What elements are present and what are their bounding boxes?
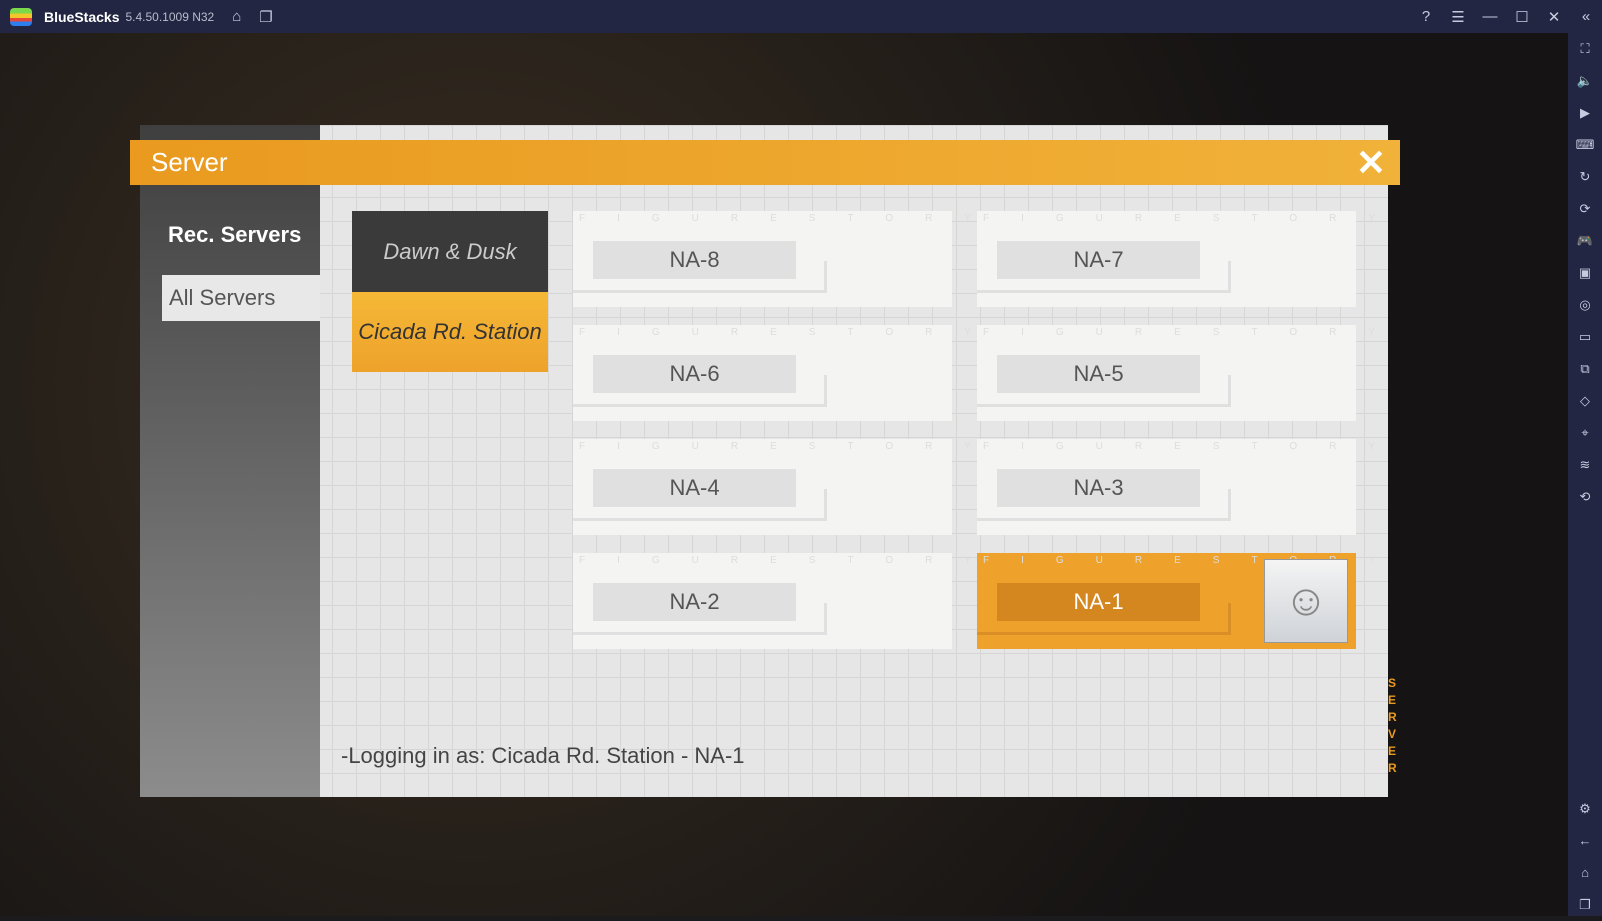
layers-icon[interactable]: ≋ [1580, 449, 1591, 481]
fullscreen-icon[interactable]: ⛶ [1580, 33, 1589, 65]
tab-all-servers[interactable]: All Servers [162, 275, 320, 321]
server-label: NA-2 [593, 583, 796, 621]
titlebar: BlueStacks 5.4.50.1009 N32 ⌂ ❐ ? ☰ — ☐ ✕… [0, 0, 1602, 33]
app-version: 5.4.50.1009 N32 [125, 9, 215, 24]
server-label: NA-5 [997, 355, 1200, 393]
character-avatar: ☺ [1264, 559, 1348, 643]
server-label: NA-8 [593, 241, 796, 279]
collapse-icon[interactable]: « [1570, 8, 1602, 25]
server-label: NA-1 [997, 583, 1200, 621]
tab-rec-servers[interactable]: Rec. Servers [168, 222, 301, 248]
decoration: FIGURESTORY [983, 441, 1407, 452]
macro-icon[interactable]: ↻ [1580, 161, 1591, 193]
decoration: FIGURESTORY [983, 327, 1407, 338]
location-icon[interactable]: ⌖ [1581, 417, 1588, 449]
volume-icon[interactable]: 🔈 [1577, 65, 1593, 97]
server-label: NA-6 [593, 355, 796, 393]
server-na-7[interactable]: FIGURESTORY NA-7 [977, 211, 1375, 307]
decoration: FIGURESTORY [983, 213, 1407, 224]
apk-icon[interactable]: ▣ [1579, 257, 1591, 289]
help-icon[interactable]: ? [1410, 8, 1442, 25]
gamepad-icon[interactable]: 🎮 [1577, 225, 1593, 257]
back-icon[interactable]: ← [1579, 825, 1592, 857]
screenshot-icon[interactable]: ◎ [1579, 289, 1590, 321]
server-na-6[interactable]: FIGURESTORY NA-6 [573, 325, 971, 421]
server-na-3[interactable]: FIGURESTORY NA-3 [977, 439, 1375, 535]
decoration: FIGURESTORY [579, 327, 1003, 338]
bluestacks-logo [10, 7, 32, 26]
server-na-1[interactable]: FIGURESTORY NA-1 ☺ [977, 553, 1375, 649]
maximize-icon[interactable]: ☐ [1506, 8, 1538, 26]
media-icon[interactable]: ▶ [1580, 97, 1590, 129]
station-cicada-rd[interactable]: Cicada Rd. Station [352, 292, 548, 372]
multi-icon[interactable]: ⧉ [1580, 353, 1589, 385]
rotate-icon[interactable]: ⟳ [1580, 193, 1591, 225]
keyboard-icon[interactable]: ⌨ [1576, 129, 1595, 161]
sync-icon[interactable]: ⟲ [1580, 481, 1591, 513]
dialog-title: Server [151, 147, 228, 177]
folder-icon[interactable]: ▭ [1579, 321, 1591, 353]
decoration: FIGURESTORY [579, 441, 1003, 452]
menu-icon[interactable]: ☰ [1442, 8, 1474, 26]
decoration: FIGURESTORY [579, 213, 1003, 224]
server-na-8[interactable]: FIGURESTORY NA-8 [573, 211, 971, 307]
login-status: -Logging in as: Cicada Rd. Station - NA-… [341, 743, 745, 768]
home-icon[interactable]: ⌂ [1581, 857, 1589, 889]
multi-instance-icon[interactable]: ❐ [259, 8, 272, 26]
close-dialog-button[interactable]: ✕ [1356, 140, 1386, 185]
decoration: FIGURESTORY [579, 555, 1003, 566]
dialog-header: Server ✕ [130, 140, 1400, 185]
recent-icon[interactable]: ❐ [1579, 889, 1591, 921]
right-sidebar: ⛶ 🔈 ▶ ⌨ ↻ ⟳ 🎮 ▣ ◎ ▭ ⧉ ◇ ⌖ ≋ ⟲ ⚙ ← ⌂ ❐ [1568, 33, 1602, 916]
eco-icon[interactable]: ◇ [1580, 385, 1590, 417]
settings-icon[interactable]: ⚙ [1579, 793, 1591, 825]
server-label: NA-4 [593, 469, 796, 507]
server-label: NA-3 [997, 469, 1200, 507]
station-dawn-dusk[interactable]: Dawn & Dusk Station [352, 211, 548, 346]
server-na-5[interactable]: FIGURESTORY NA-5 [977, 325, 1375, 421]
minimize-icon[interactable]: — [1474, 8, 1506, 25]
side-label: SERVER [1388, 676, 1397, 775]
server-na-2[interactable]: FIGURESTORY NA-2 [573, 553, 971, 649]
server-na-4[interactable]: FIGURESTORY NA-4 [573, 439, 971, 535]
close-icon[interactable]: ✕ [1538, 8, 1570, 26]
home-icon[interactable]: ⌂ [232, 8, 241, 25]
app-name: BlueStacks [44, 8, 120, 25]
server-label: NA-7 [997, 241, 1200, 279]
